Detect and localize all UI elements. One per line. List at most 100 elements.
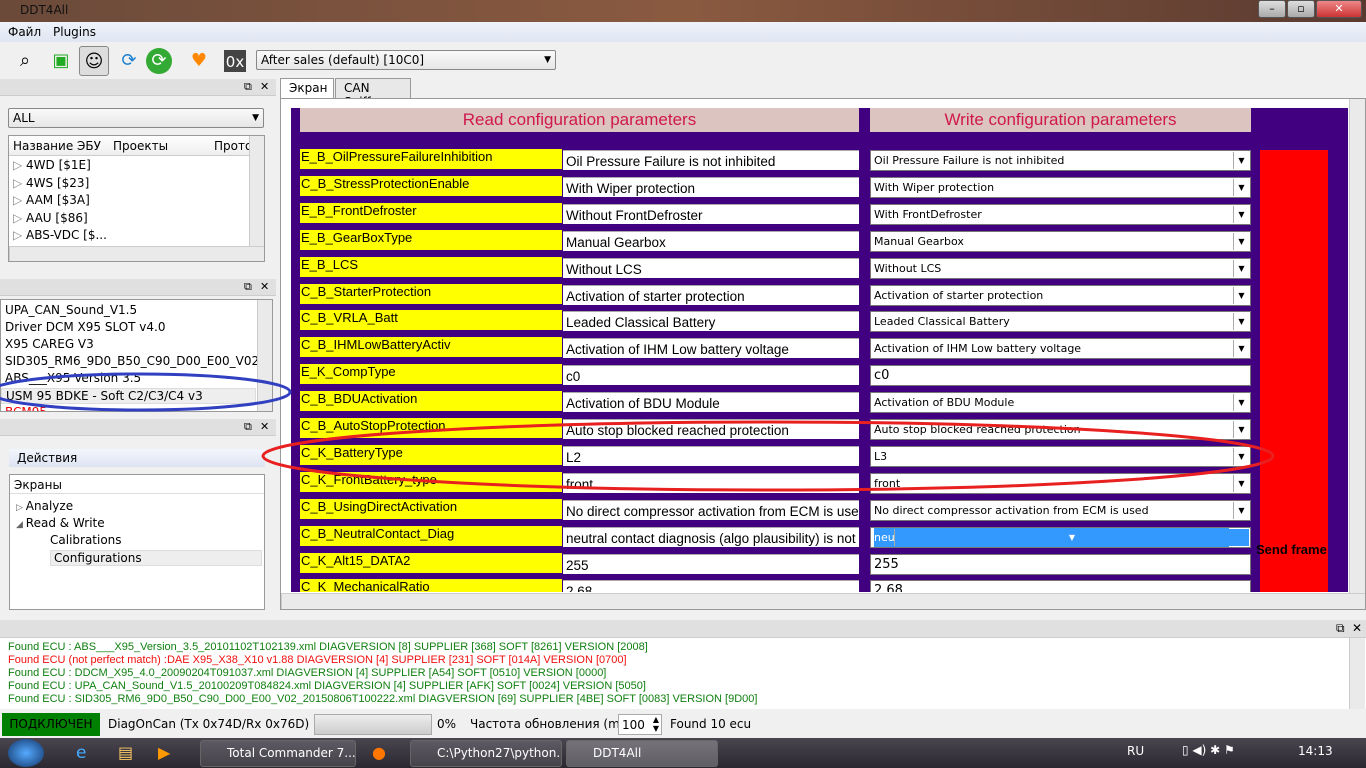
chevron-down-icon[interactable]: ▼ — [1233, 501, 1249, 519]
ecu-tree-item[interactable]: ▷ ABS-VDC [$... — [13, 228, 107, 242]
reload-icon[interactable]: ⟳ — [146, 48, 172, 74]
close-button[interactable]: ✕ — [1316, 0, 1362, 18]
chevron-down-icon[interactable]: ▼ — [1233, 447, 1249, 465]
found-ecu-item[interactable]: Driver DCM X95 SLOT v4.0 — [5, 320, 165, 334]
expand-arrow-icon[interactable]: ▷ — [13, 176, 26, 190]
chevron-down-icon[interactable]: ▼ — [1233, 421, 1249, 438]
found-ecu-item[interactable]: BCM95 ... — [5, 405, 62, 411]
close-icon[interactable]: ✕ — [260, 80, 269, 93]
explorer-icon[interactable]: ▤ — [118, 743, 133, 762]
refresh-icon[interactable]: ⟳ — [114, 46, 144, 76]
param-write-input[interactable]: c0 — [870, 365, 1251, 387]
ie-icon[interactable]: e — [76, 743, 86, 763]
found-ecu-item[interactable]: X95 CAREG V3 — [5, 337, 94, 351]
column-protocol[interactable]: Прото — [214, 139, 249, 153]
screen-vscroll[interactable] — [1349, 99, 1365, 593]
found-ecu-item[interactable]: ABS___X95 Version 3.5 — [5, 371, 141, 385]
ecu-tree-item[interactable]: ▷ AAU [$86] — [13, 211, 88, 225]
param-write-combo[interactable]: Activation of IHM Low battery voltage ▼ — [870, 338, 1251, 360]
param-write-combo[interactable]: Activation of starter protection ▼ — [870, 284, 1251, 306]
param-write-combo[interactable]: No direct compressor activation from ECM… — [870, 499, 1251, 521]
ecu-tree-item[interactable]: ▷ AAM [$3A] — [13, 193, 90, 207]
chevron-down-icon[interactable]: ▼ — [1233, 340, 1249, 358]
sniffer-icon[interactable]: ☺ — [79, 46, 109, 76]
close-icon[interactable]: ✕ — [1352, 621, 1362, 635]
param-write-combo[interactable]: Auto stop blocked reached protection ▼ — [870, 419, 1251, 440]
menu-plugins[interactable]: Plugins — [53, 25, 96, 39]
language-indicator[interactable]: RU — [1127, 744, 1144, 758]
screens-tree-item[interactable]: ▷ Analyze — [16, 499, 73, 513]
close-icon[interactable]: ✕ — [260, 280, 269, 293]
heart-icon[interactable]: ♥ — [184, 46, 214, 76]
chevron-down-icon[interactable]: ▼ — [1233, 474, 1249, 492]
chevron-down-icon[interactable]: ▼ — [1233, 286, 1249, 304]
task-python[interactable]: C:\Python27\python... — [410, 740, 562, 767]
hex-icon[interactable]: 0x — [224, 50, 246, 72]
chevron-down-icon[interactable]: ▼ — [1233, 313, 1249, 331]
float-icon[interactable]: ⧉ — [1336, 621, 1345, 636]
screens-tree-item[interactable]: ◢ Read & Write — [16, 516, 105, 530]
screens-tree-item[interactable]: Configurations — [50, 550, 262, 566]
found-list-vscroll[interactable] — [257, 300, 272, 411]
ecu-tree-hscroll[interactable] — [9, 246, 264, 261]
media-player-icon[interactable]: ▶ — [158, 743, 170, 762]
collapse-arrow-icon[interactable]: ◢ — [16, 520, 26, 530]
column-name[interactable]: Название ЭБУ — [13, 139, 101, 153]
chevron-down-icon[interactable]: ▼ — [1233, 394, 1249, 412]
param-write-combo[interactable]: Manual Gearbox ▼ — [870, 230, 1251, 252]
param-write-combo[interactable]: With FrontDefroster ▼ — [870, 203, 1251, 225]
task-total-commander[interactable]: Total Commander 7.... — [200, 740, 356, 767]
param-write-combo[interactable]: L3 ▼ — [870, 445, 1251, 467]
chevron-down-icon[interactable]: ▼ — [1233, 232, 1249, 250]
ecu-tree-item[interactable]: ▷ 4WD [$1E] — [13, 158, 91, 172]
column-projects[interactable]: Проекты — [113, 139, 168, 153]
found-ecu-item[interactable]: UPA_CAN_Sound_V1.5 — [5, 303, 137, 317]
chevron-down-icon[interactable]: ▼ — [1233, 205, 1249, 223]
found-ecu-item[interactable]: USM 95 BDKE - Soft C2/C3/C4 v3 — [1, 388, 256, 404]
close-icon[interactable]: ✕ — [260, 420, 269, 433]
tray-icons[interactable]: ▯ ◀) ✱ ⚑ — [1182, 743, 1235, 757]
param-write-combo[interactable]: Leaded Classical Battery ▼ — [870, 311, 1251, 333]
send-frame-button[interactable]: Send frame — [1256, 150, 1328, 592]
ecu-filter-combo[interactable]: ALL ▼ — [8, 108, 264, 128]
param-write-combo[interactable]: Without LCS ▼ — [870, 257, 1251, 279]
expand-arrow-icon[interactable]: ▷ — [13, 158, 26, 172]
menu-file[interactable]: Файл — [8, 25, 41, 39]
firefox-icon[interactable]: ● — [372, 743, 386, 762]
ecu-tree-vscroll[interactable] — [249, 136, 264, 246]
float-icon[interactable]: ⧉ — [244, 420, 252, 434]
scan-icon[interactable]: ⌕ — [10, 46, 40, 76]
param-write-combo[interactable]: Activation of BDU Module ▼ — [870, 392, 1251, 414]
session-combo[interactable]: After sales (default) [10C0] ▼ — [256, 50, 556, 70]
maximize-button[interactable]: ▫ — [1287, 0, 1315, 18]
expand-arrow-icon[interactable]: ▷ — [16, 503, 26, 513]
param-write-input[interactable]: 255 — [870, 553, 1251, 575]
param-write-combo[interactable]: neutral contact diagnosis (algo plausibi… — [870, 526, 1251, 548]
expand-arrow-icon[interactable]: ▷ — [13, 193, 26, 207]
expand-arrow-icon[interactable]: ▷ — [13, 228, 26, 242]
monitor-icon[interactable]: ▣ — [46, 46, 76, 76]
found-ecu-item[interactable]: SID305_RM6_9D0_B50_C90_D00_E00_V02 — [5, 354, 259, 368]
chevron-down-icon[interactable]: ▼ — [1233, 152, 1249, 169]
param-write-combo[interactable]: front ▼ — [870, 472, 1251, 494]
chevron-down-icon[interactable]: ▼ — [894, 528, 1249, 546]
spin-arrows-icon[interactable]: ▲ ▼ — [653, 715, 659, 733]
task-ddt4all[interactable]: DDT4All — [566, 740, 718, 767]
screens-tree-item[interactable]: Calibrations — [50, 533, 122, 547]
chevron-down-icon[interactable]: ▼ — [1233, 259, 1249, 277]
float-icon[interactable]: ⧉ — [244, 80, 252, 94]
tab-can-sniffer[interactable]: CAN Sniffer — [335, 78, 411, 109]
minimize-button[interactable]: – — [1258, 0, 1286, 18]
ecu-tree-item[interactable]: ▷ 4WS [$23] — [13, 176, 89, 190]
screen-hscroll[interactable] — [281, 593, 1365, 609]
chevron-down-icon[interactable]: ▼ — [1233, 178, 1249, 196]
param-write-input[interactable]: 2.68 — [870, 580, 1251, 592]
expand-arrow-icon[interactable]: ▷ — [13, 211, 26, 225]
start-button[interactable] — [8, 739, 44, 767]
param-write-combo[interactable]: With Wiper protection ▼ — [870, 176, 1251, 198]
float-icon[interactable]: ⧉ — [244, 280, 252, 294]
tab-screen[interactable]: Экран — [280, 78, 334, 99]
log-vscroll[interactable] — [1349, 638, 1365, 709]
param-write-combo[interactable]: Oil Pressure Failure is not inhibited ▼ — [870, 150, 1251, 171]
refresh-spinbox[interactable]: 100 ▲ ▼ — [618, 714, 662, 735]
